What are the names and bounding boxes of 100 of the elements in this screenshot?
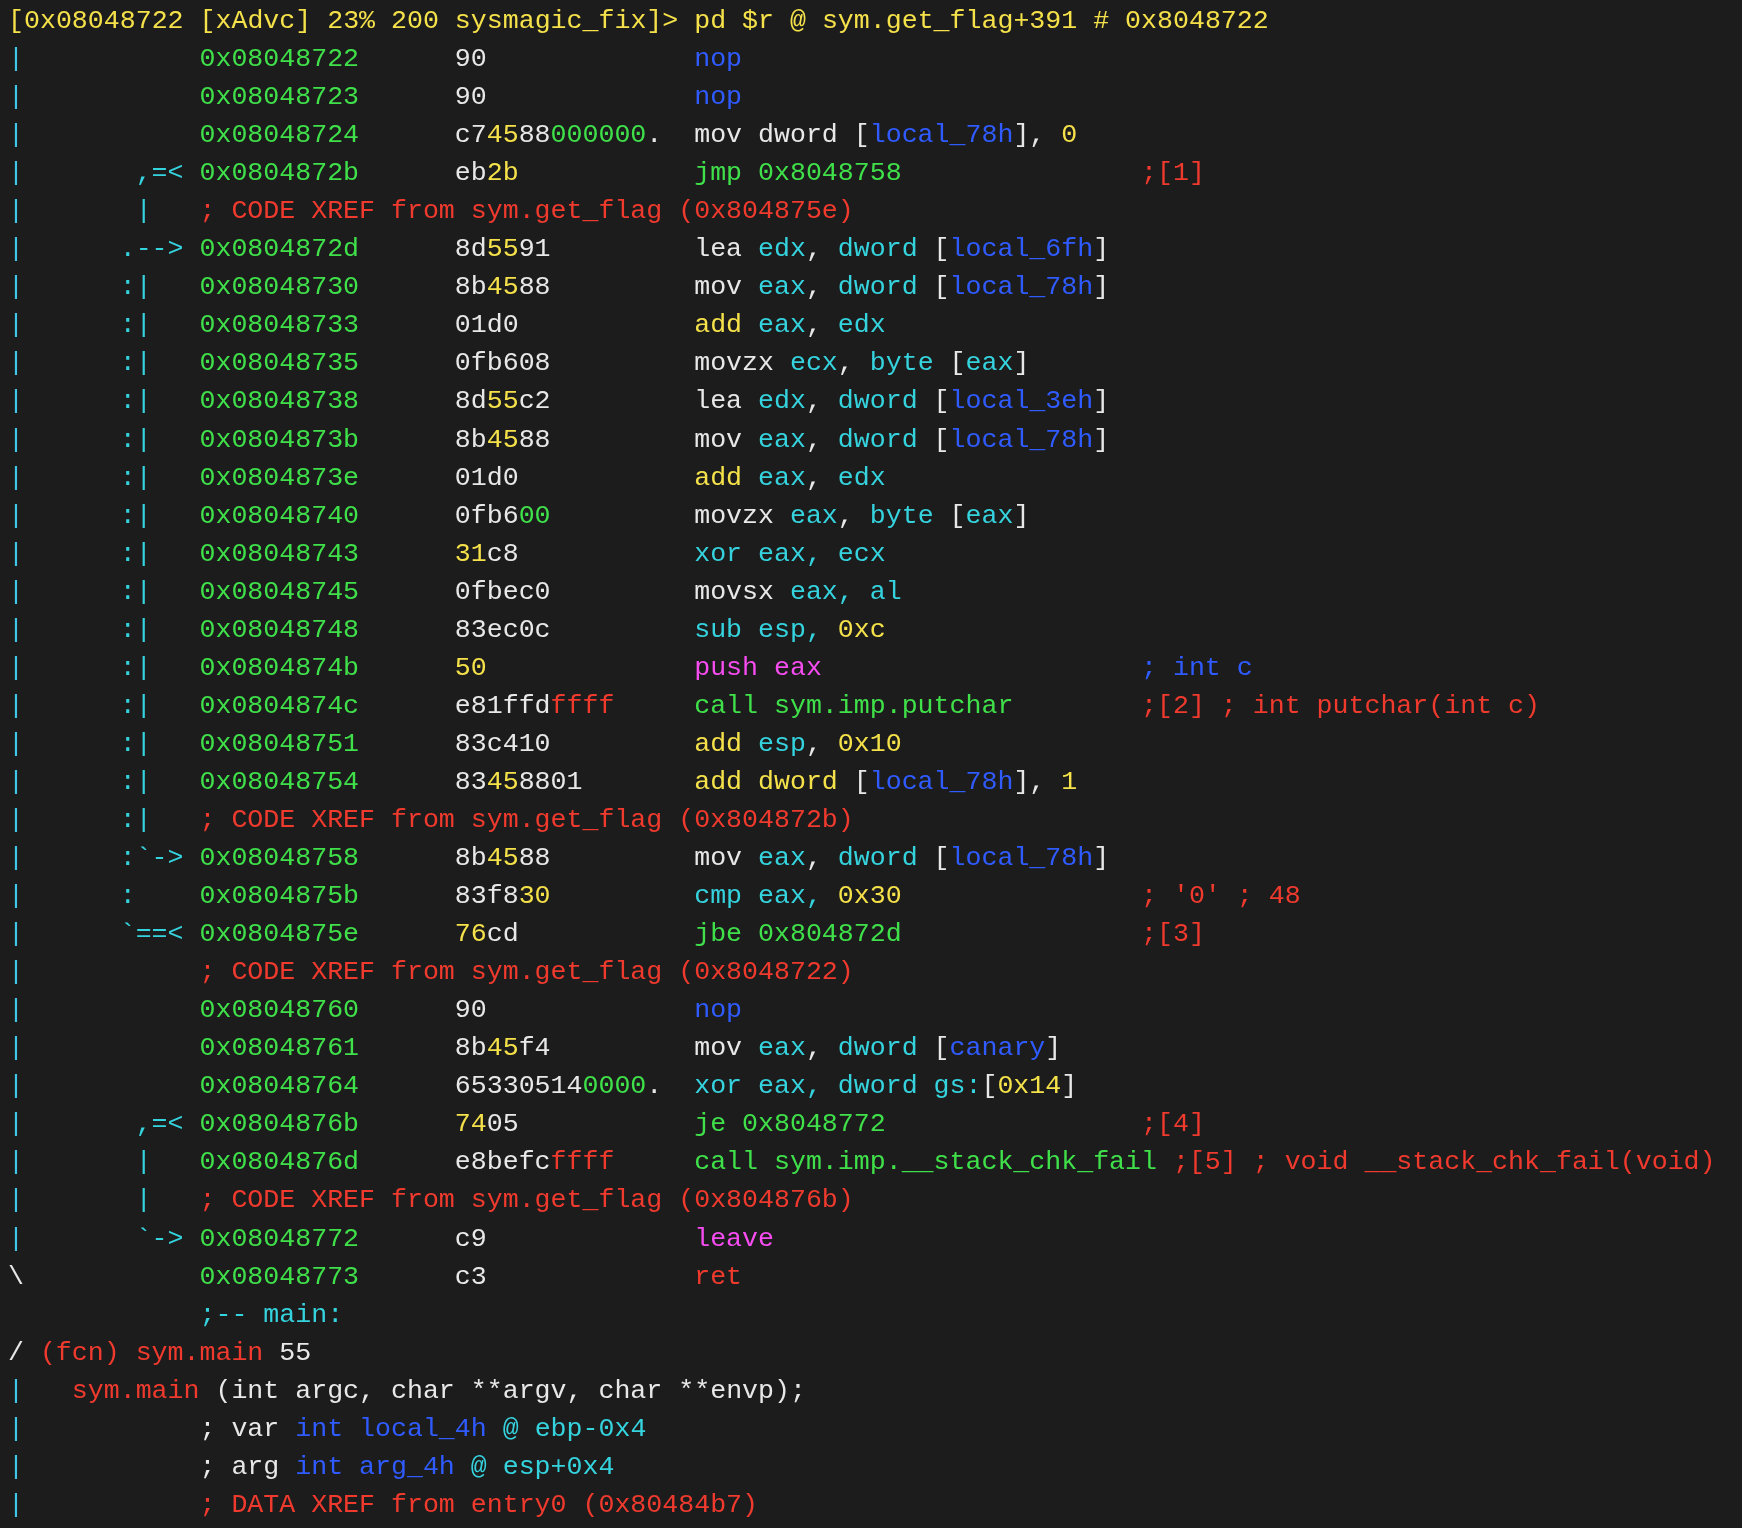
flow-glyph: | (8, 537, 24, 571)
flow-glyph: / (8, 1336, 24, 1370)
address: 0x08048735 (199, 347, 360, 381)
code-note: ; var int local_4h @ ebp-0x4 (199, 1412, 647, 1446)
flow-glyph: | (8, 918, 24, 952)
address: 0x08048738 (199, 385, 360, 419)
flow-glyph: | (8, 1070, 24, 1104)
jump-arrow: :| (119, 423, 152, 457)
opcode-bytes: e81ffdffff (454, 689, 615, 723)
jump-arrow: ,=< (134, 1108, 184, 1142)
opcode-bytes: 0fb608 (454, 347, 551, 381)
instruction: add esp, 0x10 (694, 727, 903, 761)
jump-arrow: :| (119, 499, 152, 533)
instruction: call sym.imp.__stack_chk_fail (694, 1146, 1157, 1180)
jump-arrow: :| (119, 804, 152, 837)
flow-glyph: | (8, 613, 24, 647)
address: 0x08048740 (199, 499, 360, 533)
flow-glyph: | (8, 157, 24, 191)
address: 0x08048758 (199, 842, 360, 876)
flow-glyph: | (8, 461, 24, 495)
instruction: mov eax, dword [local_78h] (694, 423, 1111, 457)
opcode-bytes: 83f830 (454, 880, 551, 914)
flow-glyph: | (8, 1146, 24, 1180)
opcode-bytes: 8b45f4 (454, 1032, 551, 1066)
address: 0x0804872b (199, 157, 360, 191)
flow-glyph: | (8, 956, 24, 990)
address: 0x08048754 (199, 765, 360, 799)
instruction: nop (694, 81, 744, 115)
opcode-bytes: 01d0 (454, 309, 519, 343)
flow-glyph: | (8, 119, 24, 153)
opcode-bytes: 90 (454, 43, 487, 77)
instruction: movzx eax, byte [eax] (694, 499, 1031, 533)
flow-glyph: | (8, 1222, 24, 1256)
instruction: sub esp, 0xc (694, 613, 887, 647)
comment: ;[4] (1141, 1108, 1205, 1142)
jump-arrow: :| (119, 651, 152, 685)
instruction: movsx eax, al (694, 575, 903, 609)
flow-glyph: | (8, 195, 24, 229)
address: 0x08048764 (199, 1070, 360, 1104)
address: 0x08048730 (199, 271, 360, 305)
address: 0x08048743 (199, 537, 360, 571)
jump-arrow: | (134, 1146, 152, 1180)
instruction: nop (694, 994, 744, 1028)
instruction: lea edx, dword [local_6fh] (694, 233, 1111, 267)
address: 0x0804875e (199, 918, 360, 952)
opcode-bytes: 50 (454, 651, 487, 685)
address: 0x08048745 (199, 575, 360, 609)
instruction: ret (694, 1260, 744, 1294)
comment: ;[5] ; void __stack_chk_fail(void) (1172, 1146, 1716, 1180)
jump-arrow: :| (119, 613, 152, 647)
flow-glyph: | (8, 651, 24, 685)
instruction: jmp 0x8048758 (694, 157, 903, 191)
opcode-bytes: 8b4588 (454, 842, 551, 876)
flow-glyph: | (8, 1488, 24, 1522)
function-signature: sym.main (int argc, char **argv, char **envp); (71, 1374, 806, 1408)
instruction: mov eax, dword [local_78h] (694, 271, 1111, 305)
flow-glyph: | (8, 727, 24, 761)
jump-arrow: :| (119, 727, 152, 761)
instruction: lea edx, dword [local_3eh] (694, 385, 1111, 419)
opcode-bytes: 83ec0c (454, 613, 551, 647)
opcode-bytes: 01d0 (454, 461, 519, 495)
code-note: ; CODE XREF from sym.get_flag (0x804876b) (199, 1184, 854, 1218)
instruction: xor eax, dword gs:[0x14] (694, 1070, 1079, 1104)
jump-arrow: :| (119, 689, 152, 723)
opcode-bytes: 31c8 (454, 537, 519, 571)
opcode-bytes: 8d5591 (454, 233, 551, 267)
comment: ;[2] ; int putchar(int c) (1141, 689, 1540, 723)
jump-arrow: : (119, 880, 136, 914)
comment: ;[3] (1141, 918, 1205, 952)
jump-arrow: :| (119, 765, 152, 799)
instruction: movzx ecx, byte [eax] (694, 347, 1031, 381)
address: 0x08048722 (199, 43, 360, 77)
opcode-bytes: 653305140000. (454, 1070, 663, 1104)
flow-glyph: | (8, 309, 24, 343)
instruction: leave (694, 1222, 775, 1256)
address: 0x0804874c (199, 689, 360, 723)
opcode-bytes: c3 (454, 1260, 487, 1294)
code-note: ; CODE XREF from sym.get_flag (0x804872b) (199, 804, 854, 837)
jump-arrow: :| (119, 309, 152, 343)
function-header: (fcn) sym.main 55 (39, 1336, 312, 1370)
flow-glyph: | (8, 880, 24, 914)
comment: ;[1] (1141, 157, 1205, 191)
opcode-bytes: 0fb600 (454, 499, 551, 533)
instruction: mov eax, dword [canary] (694, 1032, 1063, 1066)
flow-glyph: | (8, 499, 24, 533)
flow-glyph: | (8, 842, 24, 876)
jump-arrow: | (134, 195, 152, 229)
opcode-bytes: 90 (454, 994, 487, 1028)
address: 0x0804875b (199, 880, 360, 914)
address: 0x08048761 (199, 1032, 360, 1066)
address: 0x08048773 (199, 1260, 360, 1294)
opcode-bytes: 90 (454, 81, 487, 115)
jump-arrow: .--> (119, 233, 184, 267)
instruction: mov dword [local_78h], 0 (694, 119, 1079, 153)
opcode-bytes: 0fbec0 (454, 575, 551, 609)
opcode-bytes: 8d55c2 (454, 385, 551, 419)
instruction: mov eax, dword [local_78h] (694, 842, 1111, 876)
address: 0x0804872d (199, 233, 360, 267)
jump-arrow: `-> (134, 1222, 184, 1256)
jump-arrow: :`-> (119, 842, 184, 876)
